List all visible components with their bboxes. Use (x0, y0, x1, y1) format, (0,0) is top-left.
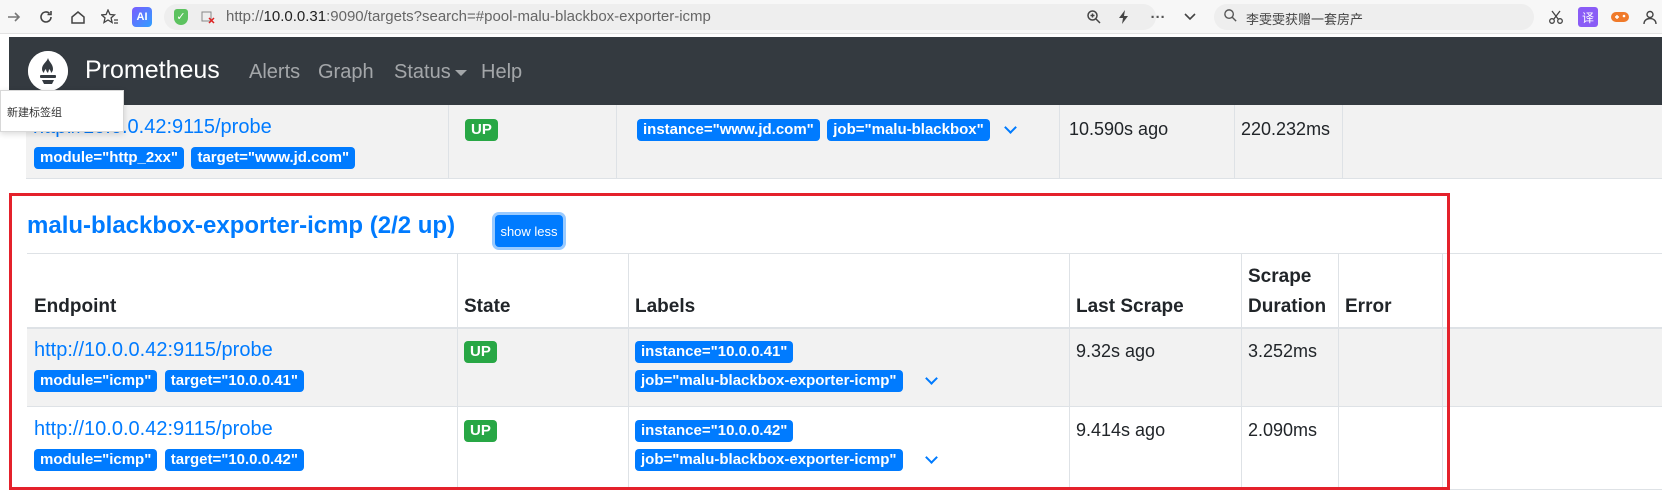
header-duration-line2: Duration (1248, 296, 1327, 317)
header-error: Error (1345, 296, 1392, 317)
last-scrape: 10.590s ago (1069, 119, 1169, 139)
url-text: http://10.0.0.31:9090/targets?search=#po… (226, 8, 711, 25)
account-icon[interactable] (1640, 7, 1660, 27)
label-badge: instance="www.jd.com" (637, 119, 820, 141)
insecure-icon[interactable] (200, 9, 216, 28)
label-badge: job="malu-blackbox-exporter-icmp" (635, 370, 903, 392)
nav-alerts[interactable]: Alerts (249, 61, 300, 84)
caret-down-icon (454, 69, 467, 76)
table-row: http://10.0.0.42:9115/probe module="http… (26, 105, 1662, 179)
param-badge: target="10.0.0.42" (164, 449, 304, 471)
home-icon[interactable] (68, 7, 88, 27)
param-badge: module="http_2xx" (34, 147, 185, 169)
scrape-duration: 2.090ms (1248, 420, 1318, 440)
endpoint-link[interactable]: http://10.0.0.42:9115/probe (34, 418, 273, 441)
nav-help[interactable]: Help (481, 61, 522, 84)
scrape-duration: 3.252ms (1248, 341, 1318, 361)
header-endpoint: Endpoint (34, 296, 117, 317)
prometheus-navbar: Prometheus Alerts Graph Status Help (9, 37, 1662, 105)
search-icon (1223, 8, 1238, 27)
prometheus-logo-icon[interactable] (28, 51, 68, 91)
param-badge: module="icmp" (34, 370, 158, 392)
state-badge: UP (465, 119, 498, 141)
param-badge: module="icmp" (34, 449, 158, 471)
scissors-icon[interactable] (1546, 7, 1566, 27)
zoom-icon[interactable] (1084, 7, 1104, 27)
header-duration-line1: Scrape (1248, 266, 1312, 287)
browser-toolbar: AI ✓ http://10.0.0.31:9090/targets?searc… (0, 0, 1662, 34)
gamepad-icon[interactable] (1610, 7, 1630, 27)
address-bar[interactable]: ✓ http://10.0.0.31:9090/targets?search=#… (164, 4, 1156, 30)
more-icon[interactable]: ··· (1148, 7, 1168, 27)
browser-search-input[interactable]: 李雯雯获赠一套房产 (1214, 4, 1534, 30)
bookmark-star-icon[interactable] (100, 7, 120, 27)
search-text: 李雯雯获赠一套房产 (1246, 12, 1364, 27)
last-scrape: 9.414s ago (1076, 420, 1166, 440)
expand-labels-icon[interactable] (1004, 121, 1017, 134)
brand-title[interactable]: Prometheus (85, 56, 220, 85)
nav-status[interactable]: Status (394, 61, 467, 84)
label-badge: job="malu-blackbox-exporter-icmp" (635, 449, 903, 471)
param-badge: target="www.jd.com" (191, 147, 356, 169)
label-badge: instance="10.0.0.41" (635, 341, 794, 363)
label-badge: job="malu-blackbox" (827, 119, 990, 141)
nav-graph[interactable]: Graph (318, 61, 374, 84)
nav-status-label: Status (394, 61, 451, 83)
targets-table: Endpoint State Labels Last Scrape Scrape… (27, 253, 1662, 491)
label-badge: instance="10.0.0.42" (635, 420, 794, 442)
state-badge: UP (464, 420, 497, 442)
ai-icon[interactable]: AI (132, 7, 152, 27)
state-badge: UP (464, 341, 497, 363)
show-less-button[interactable]: show less (495, 215, 563, 247)
chevron-down-icon[interactable] (1180, 7, 1200, 27)
forward-icon[interactable] (4, 7, 24, 27)
last-scrape: 9.32s ago (1076, 341, 1156, 361)
scrape-duration: 220.232ms (1241, 119, 1331, 139)
header-labels: Labels (635, 296, 696, 317)
pool-title[interactable]: malu-blackbox-exporter-icmp (2/2 up) (27, 212, 455, 240)
shield-icon: ✓ (174, 9, 188, 25)
endpoint-link[interactable]: http://10.0.0.42:9115/probe (34, 339, 273, 362)
header-last-scrape: Last Scrape (1076, 296, 1184, 317)
reload-icon[interactable] (36, 7, 56, 27)
param-badge: target="10.0.0.41" (164, 370, 304, 392)
header-state: State (464, 296, 511, 317)
translate-icon[interactable]: 译 (1578, 7, 1598, 27)
lightning-icon[interactable] (1114, 7, 1134, 27)
expand-labels-icon[interactable] (925, 451, 938, 464)
tab-group-popup[interactable]: 新建标签组 (0, 90, 124, 132)
tab-group-label: 新建标签组 (7, 107, 62, 119)
